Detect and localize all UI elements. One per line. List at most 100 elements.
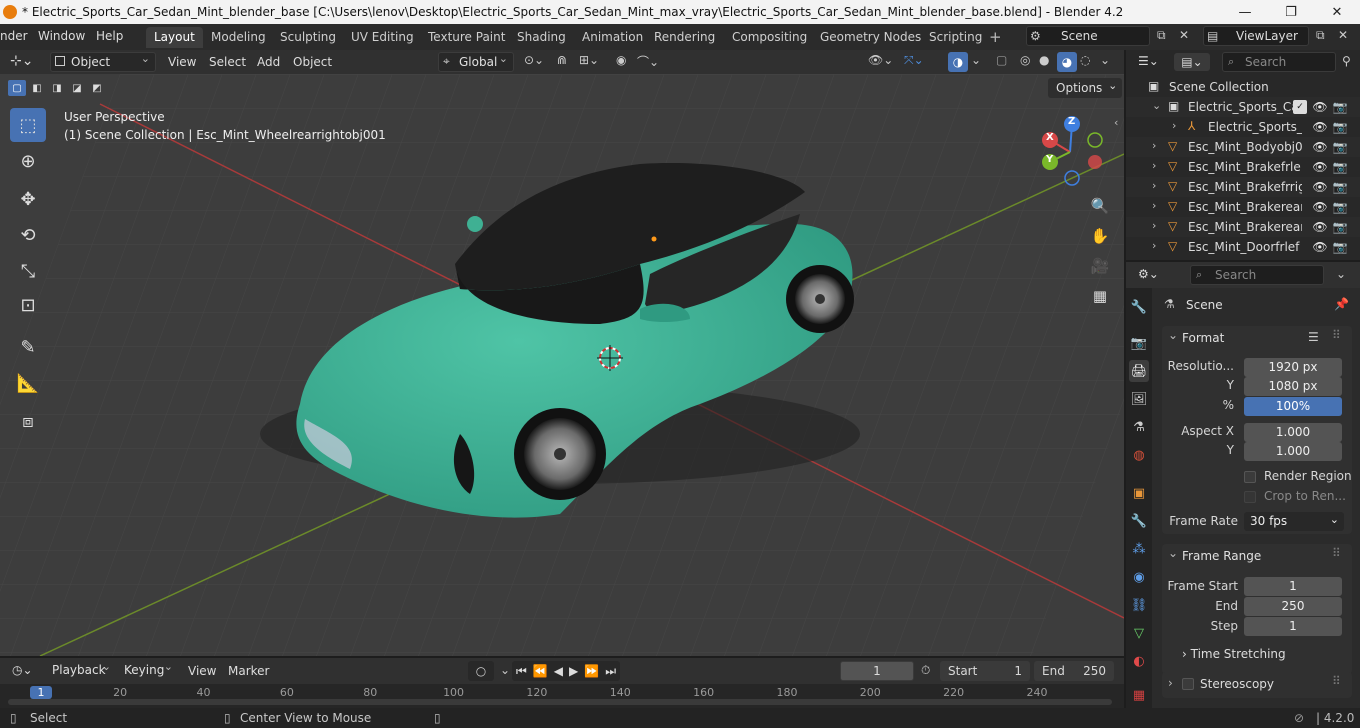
xray-icon[interactable]: ▢: [996, 53, 1007, 67]
outliner-row[interactable]: › ▽ Esc_Mint_Brakerear 👁 📷: [1126, 217, 1360, 237]
delete-scene-icon[interactable]: ✕: [1179, 28, 1189, 42]
filter-icon[interactable]: ⚲: [1342, 54, 1351, 68]
camera-icon[interactable]: 📷: [1333, 200, 1348, 214]
outliner-row[interactable]: › ▽ Esc_Mint_Brakefrle 👁 📷: [1126, 157, 1360, 177]
outliner-row[interactable]: › ▽ Esc_Mint_Doorfrlef 👁 📷: [1126, 237, 1360, 257]
tab-layout[interactable]: Layout: [146, 27, 203, 48]
render-tab-icon[interactable]: 📷: [1129, 332, 1149, 354]
world-tab-icon[interactable]: ◍: [1129, 444, 1149, 466]
eye-icon[interactable]: 👁: [1312, 100, 1327, 114]
chevron-right-icon[interactable]: ›: [1172, 119, 1176, 132]
timeline-view-menu[interactable]: View: [188, 664, 216, 678]
editor-type-icon[interactable]: ⊹⌄: [10, 53, 33, 69]
playhead[interactable]: 1: [30, 686, 52, 699]
new-scene-icon[interactable]: ⧉: [1157, 28, 1166, 43]
menu-add[interactable]: Add: [257, 53, 280, 71]
scene-selector[interactable]: Scene: [1026, 26, 1150, 46]
wireframe-shading-icon[interactable]: ◎: [1020, 53, 1030, 67]
object-mode-dropdown[interactable]: Object Mode: [50, 50, 156, 87]
tab-rendering[interactable]: Rendering: [646, 27, 723, 48]
keyframe-dots-icon[interactable]: ⌄: [500, 663, 510, 677]
end-frame-field[interactable]: End 250: [1034, 661, 1114, 681]
properties-search-input[interactable]: Search: [1190, 265, 1324, 285]
frame-rate-dropdown[interactable]: 30 fps ⌄: [1244, 512, 1344, 531]
menu-select[interactable]: Select: [209, 53, 246, 71]
camera-icon[interactable]: 📷: [1333, 120, 1348, 134]
eye-icon[interactable]: 👁: [1312, 120, 1327, 134]
tab-uv-editing[interactable]: UV Editing: [343, 27, 422, 48]
drag-handle-icon[interactable]: ⠿: [1332, 546, 1341, 560]
eye-icon[interactable]: 👁: [1312, 200, 1327, 214]
transform-tool[interactable]: ⊡: [10, 288, 46, 322]
eye-icon[interactable]: 👁: [1312, 220, 1327, 234]
outliner-row[interactable]: › ▽ Esc_Mint_Brakerear 👁 📷: [1126, 197, 1360, 217]
drag-handle-icon[interactable]: ⠿: [1332, 328, 1341, 342]
drag-handle-icon[interactable]: ⠿: [1332, 674, 1341, 688]
chevron-right-icon[interactable]: ›: [1152, 179, 1156, 192]
annotate-tool[interactable]: ✎: [10, 330, 46, 364]
outliner-row[interactable]: › ⅄ Electric_Sports_ 👁 📷: [1126, 117, 1360, 137]
outliner-row[interactable]: ⌄ ▣ Electric_Sports_Car ✓ 👁 📷: [1126, 97, 1360, 117]
frame-start-field[interactable]: 1: [1244, 577, 1342, 596]
auto-key-icon[interactable]: ○: [468, 661, 494, 681]
physics-tab-icon[interactable]: ◉: [1129, 566, 1149, 588]
aspect-y-field[interactable]: 1.000: [1244, 442, 1342, 461]
gizmo-toggle-icon[interactable]: ⤧⌄: [904, 53, 924, 68]
cursor-tool[interactable]: ⊕: [10, 144, 46, 178]
resolution-percent-slider[interactable]: 100%: [1244, 397, 1342, 416]
outliner-row[interactable]: › ▽ Esc_Mint_Brakefrrig 👁 📷: [1126, 177, 1360, 197]
modifier-tab-icon[interactable]: 🔧: [1129, 510, 1149, 532]
close-icon[interactable]: ✕: [1314, 0, 1360, 24]
scene-tab-icon[interactable]: ⚗: [1129, 416, 1149, 438]
presets-icon[interactable]: ☰: [1308, 330, 1319, 344]
view-layer-selector[interactable]: ViewLayer: [1203, 26, 1309, 46]
time-stretching-subpanel[interactable]: › Time Stretching: [1182, 642, 1286, 666]
tab-animation[interactable]: Animation: [574, 27, 651, 48]
chevron-right-icon[interactable]: ›: [1152, 159, 1156, 172]
resolution-x-field[interactable]: 1920 px: [1244, 358, 1342, 377]
proportional-edit-icon[interactable]: ◉: [616, 53, 626, 67]
chevron-down-icon[interactable]: ⌄: [1152, 99, 1161, 112]
tab-modeling[interactable]: Modeling: [203, 27, 274, 48]
outliner-root-row[interactable]: ▣ Scene Collection: [1126, 77, 1360, 97]
frame-step-field[interactable]: 1: [1244, 617, 1342, 636]
menu-render[interactable]: nder: [0, 29, 28, 43]
chevron-right-icon[interactable]: ›: [1152, 219, 1156, 232]
camera-icon[interactable]: 📷: [1333, 140, 1348, 154]
eye-icon[interactable]: 👁: [1312, 180, 1327, 194]
menu-help[interactable]: Help: [96, 29, 123, 43]
overlay-dropdown-icon[interactable]: ⌄: [971, 53, 981, 67]
timeline-scrollbar[interactable]: [8, 699, 1112, 705]
timeline-editor-icon[interactable]: ◷⌄: [12, 663, 33, 677]
rotate-tool[interactable]: ⟲: [10, 218, 46, 252]
maximize-icon[interactable]: ❐: [1268, 0, 1314, 24]
menu-view[interactable]: View: [168, 53, 196, 71]
camera-icon[interactable]: 📷: [1333, 160, 1348, 174]
chevron-right-icon[interactable]: ›: [1152, 199, 1156, 212]
move-tool[interactable]: ✥: [10, 182, 46, 216]
material-tab-icon[interactable]: ◐: [1129, 650, 1149, 672]
options-dropdown[interactable]: Options ⌄: [1048, 78, 1123, 98]
visibility-icon[interactable]: 👁⌄: [868, 53, 893, 67]
pin-icon[interactable]: 📌: [1334, 297, 1349, 311]
sidebar-toggle-icon[interactable]: ‹: [1114, 116, 1118, 129]
view-layer-tab-icon[interactable]: 🖼: [1129, 388, 1149, 410]
play-reverse-icon[interactable]: ◀: [554, 664, 563, 678]
camera-icon[interactable]: 📷: [1333, 240, 1348, 254]
prev-keyframe-icon[interactable]: ⏪: [533, 664, 548, 678]
tab-shading[interactable]: Shading: [509, 27, 574, 48]
format-panel-header[interactable]: Format: [1162, 323, 1352, 350]
tab-geometry-nodes[interactable]: Geometry Nodes: [812, 27, 929, 48]
pivot-point-icon[interactable]: ⊙⌄: [524, 53, 544, 67]
keying-menu[interactable]: Keying: [118, 658, 178, 681]
scale-tool[interactable]: ⤡: [10, 254, 46, 288]
eye-icon[interactable]: 👁: [1312, 240, 1327, 254]
properties-editor-icon[interactable]: ⚙⌄: [1138, 267, 1159, 281]
eye-icon[interactable]: 👁: [1312, 160, 1327, 174]
properties-options-icon[interactable]: ⌄: [1336, 267, 1346, 281]
camera-icon[interactable]: 📷: [1333, 220, 1348, 234]
jump-end-icon[interactable]: ⏭: [605, 664, 616, 679]
select-box-tool[interactable]: ⬚: [10, 108, 46, 142]
select-new-icon[interactable]: ▢: [8, 80, 26, 96]
stereoscopy-checkbox[interactable]: [1182, 678, 1194, 690]
